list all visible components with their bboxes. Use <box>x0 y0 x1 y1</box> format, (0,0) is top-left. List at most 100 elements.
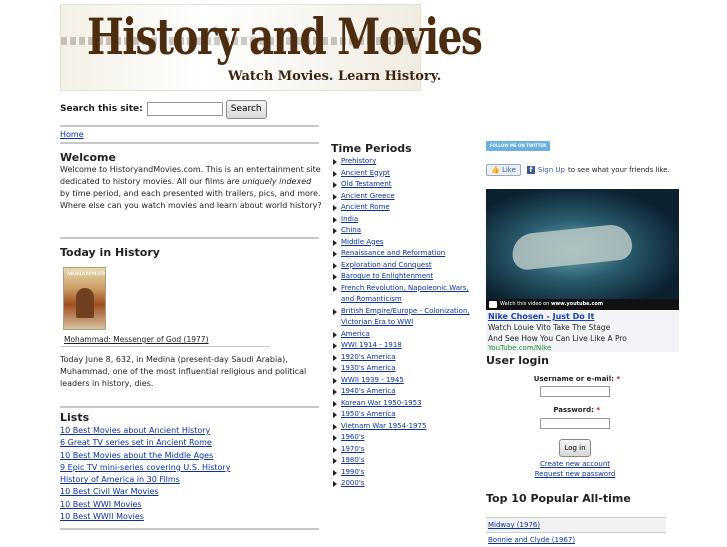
facebook-like-button[interactable]: 👍 Like <box>486 164 521 176</box>
time-period-link[interactable]: Exploration and Conquest <box>341 261 432 269</box>
time-period-link[interactable]: French Revolution, Napoleonic Wars, and … <box>341 284 469 304</box>
search-input[interactable] <box>146 102 223 116</box>
time-period-item: Ancient Egypt <box>333 168 473 180</box>
video-caption[interactable]: Watch this video on www.youtube.com <box>500 301 603 308</box>
welcome-title: Welcome <box>60 151 116 164</box>
time-period-link[interactable]: 1950's America <box>341 410 396 418</box>
lists-title: Lists <box>60 411 90 424</box>
ad-line: Watch Louie Vito Take The Stage <box>488 323 611 332</box>
username-label-text: Username or e-mail: <box>533 375 614 383</box>
time-period-link[interactable]: 1920's America <box>341 353 396 361</box>
username-label: Username or e-mail: * <box>500 375 620 383</box>
today-text: Today June 8, 632, in Medina (present-da… <box>60 355 307 388</box>
movie-poster-image[interactable]: MOHAMMAD <box>63 267 106 330</box>
list-item: 10 Best WWI Movies <box>60 499 320 511</box>
time-period-link[interactable]: 1960's <box>341 433 364 441</box>
lists-list: 10 Best Movies about Ancient History 6 G… <box>60 425 320 523</box>
list-link[interactable]: 10 Best Movies about Ancient History <box>60 426 210 435</box>
welcome-text-part: by time period, and each presented with … <box>60 189 322 210</box>
today-in-history-title: Today in History <box>60 246 160 259</box>
time-period-link[interactable]: 2000's <box>341 479 364 487</box>
list-link[interactable]: 10 Best WWII Movies <box>60 512 144 521</box>
list-item: 10 Best Civil War Movies <box>60 486 320 498</box>
list-link[interactable]: 10 Best WWI Movies <box>60 500 142 509</box>
lists-section: 10 Best Movies about Ancient History 6 G… <box>60 425 320 523</box>
popular-list: Midway (1976) Bonnie and Clyde (1967) <box>486 517 666 547</box>
time-period-item: 2000's <box>333 478 473 490</box>
facebook-signup-link[interactable]: Sign Up <box>538 166 565 174</box>
time-period-link[interactable]: 1940's America <box>341 387 396 395</box>
time-period-item: French Revolution, Napoleonic Wars, and … <box>333 283 473 306</box>
video-player[interactable]: Watch this video on www.youtube.com <box>486 189 679 310</box>
login-button[interactable]: Log in <box>559 439 591 457</box>
time-period-link[interactable]: 1980's <box>341 456 364 464</box>
time-period-link[interactable]: Vietnam War 1954-1975 <box>341 422 426 430</box>
welcome-text: Welcome to HistoryandMovies.com. This is… <box>60 164 322 212</box>
facebook-icon: f <box>526 166 535 174</box>
poster-figure <box>76 288 94 318</box>
time-period-link[interactable]: Renaissance and Reformation <box>341 249 445 257</box>
password-field[interactable] <box>540 418 610 429</box>
time-period-link[interactable]: America <box>341 330 370 338</box>
time-period-link[interactable]: Old Testament <box>341 180 392 188</box>
create-account-link[interactable]: Create new account <box>520 460 630 468</box>
time-period-link[interactable]: Middle Ages <box>341 238 384 246</box>
time-period-link[interactable]: WWI 1914 - 1918 <box>341 341 402 349</box>
time-period-link[interactable]: Prehistory <box>341 157 376 165</box>
advertisement[interactable]: Nike Chosen - Just Do It Watch Louie Vit… <box>486 311 679 352</box>
time-period-link[interactable]: China <box>341 226 361 234</box>
time-period-link[interactable]: 1930's America <box>341 364 396 372</box>
username-field[interactable] <box>540 386 610 397</box>
divider <box>60 125 319 127</box>
password-label-text: Password: <box>553 406 594 414</box>
logo-title: History and Movies <box>87 7 483 66</box>
ad-title[interactable]: Nike Chosen - Just Do It <box>488 312 594 321</box>
time-period-item: 1940's America <box>333 386 473 398</box>
breadcrumb-home-link[interactable]: Home <box>60 130 84 139</box>
time-period-link[interactable]: 1990's <box>341 468 364 476</box>
time-period-item: Baroque to Enlightenment <box>333 271 473 283</box>
play-icon[interactable] <box>489 301 497 308</box>
facebook-signup-text: to see what your friends like. <box>567 166 670 174</box>
list-link[interactable]: 6 Great TV series set in Ancient Rome <box>60 438 212 447</box>
list-item: 9 Epic TV mini-series covering U.S. Hist… <box>60 462 320 474</box>
request-password-link[interactable]: Request new password <box>520 470 630 478</box>
time-period-item: Ancient Rome <box>333 202 473 214</box>
list-link[interactable]: History of America in 30 Films <box>60 475 180 484</box>
time-periods-title: Time Periods <box>331 142 412 155</box>
time-period-link[interactable]: 1970's <box>341 445 364 453</box>
list-item: 10 Best Movies about Ancient History <box>60 425 320 437</box>
time-period-item: Ancient Greece <box>333 191 473 203</box>
popular-item: Midway (1976) <box>486 517 666 532</box>
site-logo[interactable]: History and Movies Watch Movies. Learn H… <box>60 4 483 91</box>
time-period-link[interactable]: British Empire/Europe - Colonization, Vi… <box>341 307 470 327</box>
time-period-link[interactable]: Ancient Egypt <box>341 169 390 177</box>
time-period-item: Old Testament <box>333 179 473 191</box>
today-movie-link[interactable]: Mohammad: Messenger of God (1977) <box>64 334 209 346</box>
divider <box>60 346 270 347</box>
thumbs-up-icon: 👍 <box>491 166 500 174</box>
time-period-link[interactable]: Ancient Rome <box>341 203 390 211</box>
time-period-link[interactable]: India <box>341 215 358 223</box>
time-period-item: 1950's America <box>333 409 473 421</box>
divider <box>60 528 319 530</box>
time-period-item: Prehistory <box>333 156 473 168</box>
popular-link[interactable]: Midway (1976) <box>488 521 540 529</box>
time-period-link[interactable]: Baroque to Enlightenment <box>341 272 433 280</box>
twitter-follow-button[interactable]: FOLLOW ME ON TWITTER <box>486 141 550 151</box>
ad-url[interactable]: YouTube.com/Nike <box>488 344 551 352</box>
list-link[interactable]: 9 Epic TV mini-series covering U.S. Hist… <box>60 463 230 472</box>
time-period-item: India <box>333 214 473 226</box>
popular-link[interactable]: Bonnie and Clyde (1967) <box>488 536 575 544</box>
time-period-item: Vietnam War 1954-1975 <box>333 421 473 433</box>
list-link[interactable]: 10 Best Movies about the Middle Ages <box>60 451 213 460</box>
popular-title: Top 10 Popular All-time <box>486 492 631 505</box>
list-link[interactable]: 10 Best Civil War Movies <box>60 487 159 496</box>
time-period-link[interactable]: Korean War 1950-1953 <box>341 399 422 407</box>
time-period-link[interactable]: WWII 1939 - 1945 <box>341 376 404 384</box>
time-period-item: 1920's America <box>333 352 473 364</box>
search-button[interactable]: Search <box>225 99 267 119</box>
time-period-link[interactable]: Ancient Greece <box>341 192 395 200</box>
time-period-item: WWII 1939 - 1945 <box>333 375 473 387</box>
time-period-item: Renaissance and Reformation <box>333 248 473 260</box>
